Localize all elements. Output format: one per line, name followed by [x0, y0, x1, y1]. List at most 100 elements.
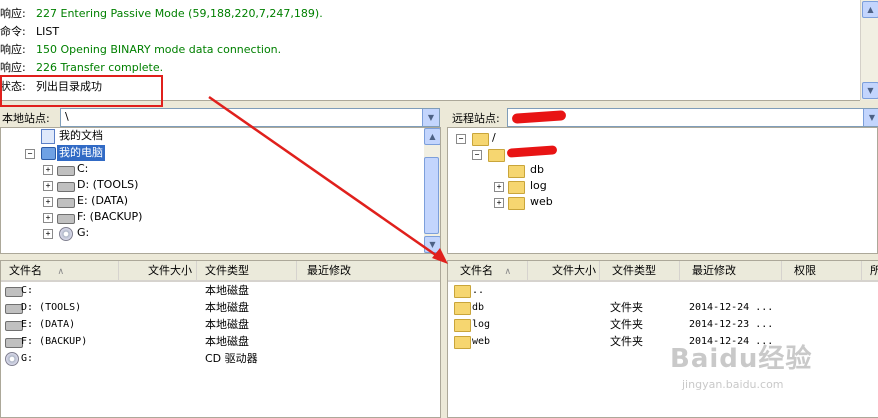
scroll-down-icon[interactable]: ▼ — [862, 82, 878, 99]
file-name: web — [472, 336, 491, 347]
collapse-icon[interactable]: − — [25, 149, 35, 159]
cd-drive-icon — [59, 227, 73, 241]
column-header-owner[interactable]: 所 — [862, 261, 878, 280]
column-header-name[interactable]: 文件名 ∧ — [1, 261, 119, 280]
folder-icon — [454, 319, 471, 332]
local-site-bar: 本地站点: \ ▼ — [0, 107, 441, 127]
expand-icon[interactable]: + — [43, 229, 53, 239]
expand-icon[interactable]: + — [43, 213, 53, 223]
drive-icon — [57, 166, 75, 176]
scroll-up-icon[interactable]: ▲ — [424, 128, 440, 145]
file-type: 本地磁盘 — [205, 318, 249, 331]
tree-item-label: log — [530, 179, 547, 192]
folder-icon — [508, 181, 525, 194]
column-label: 文件类型 — [205, 264, 249, 277]
column-header-modified[interactable]: 最近修改 — [680, 261, 782, 280]
column-label: 文件大小 — [552, 264, 596, 277]
file-name: C: — [21, 285, 34, 296]
tree-item-label: db — [530, 163, 544, 176]
file-name: db — [472, 302, 485, 313]
scroll-up-icon[interactable]: ▲ — [862, 1, 878, 18]
log-text: LIST — [36, 25, 60, 38]
expand-icon[interactable]: + — [43, 197, 53, 207]
column-label: 文件名 — [460, 264, 493, 277]
column-label: 文件大小 — [148, 264, 192, 277]
log-line: 命令: LIST — [0, 23, 59, 40]
file-row[interactable]: C: 本地磁盘 — [1, 282, 440, 299]
folder-icon — [508, 197, 525, 210]
sort-arrow-icon: ∧ — [504, 267, 512, 277]
file-name: D: (TOOLS) — [21, 302, 82, 313]
remote-file-list: 文件名 ∧ 文件大小 文件类型 最近修改 权限 所 .. db 文件夹 2014… — [447, 260, 878, 418]
expand-icon[interactable]: + — [494, 198, 504, 208]
watermark-url: jingyan.baidu.com — [682, 378, 784, 391]
log-line: 响应: 226 Transfer complete. — [0, 59, 163, 76]
log-text: 150 Opening BINARY mode data connection. — [36, 43, 282, 56]
computer-icon — [41, 147, 56, 160]
drive-icon — [57, 214, 75, 224]
log-line: 响应: 227 Entering Passive Mode (59,188,220… — [0, 5, 323, 22]
column-header-type[interactable]: 文件类型 — [197, 261, 297, 280]
column-header-size[interactable]: 文件大小 — [528, 261, 600, 280]
log-prefix: 响应: — [0, 7, 26, 20]
file-row[interactable]: db 文件夹 2014-12-24 ... — [448, 299, 878, 316]
tree-item-label: F: (BACKUP) — [77, 210, 143, 223]
file-type: 本地磁盘 — [205, 301, 249, 314]
folder-icon — [488, 149, 505, 162]
column-header-size[interactable]: 文件大小 — [119, 261, 197, 280]
tree-item-label: G: — [77, 226, 90, 239]
log-text: 226 Transfer complete. — [36, 61, 164, 74]
tree-item-label: 我的文档 — [59, 129, 103, 142]
file-row[interactable]: log 文件夹 2014-12-23 ... — [448, 316, 878, 333]
column-header-name[interactable]: 文件名 ∧ — [448, 261, 528, 280]
column-header-permissions[interactable]: 权限 — [782, 261, 862, 280]
file-row[interactable]: D: (TOOLS) 本地磁盘 — [1, 299, 440, 316]
file-type: 本地磁盘 — [205, 335, 249, 348]
file-name: E: (DATA) — [21, 319, 76, 330]
local-folder-tree: 我的文档 − 我的电脑 + C: + D: (TOOLS) + E: (DATA… — [0, 127, 441, 254]
tree-item-label: E: (DATA) — [77, 194, 129, 207]
chevron-down-icon[interactable]: ▼ — [422, 109, 439, 126]
remote-list-header: 文件名 ∧ 文件大小 文件类型 最近修改 权限 所 — [448, 261, 878, 282]
parent-folder-icon — [454, 285, 471, 298]
log-line: 响应: 150 Opening BINARY mode data connecti… — [0, 41, 281, 58]
local-tree-scrollbar[interactable]: ▲ ▼ — [424, 128, 440, 253]
file-row[interactable]: E: (DATA) 本地磁盘 — [1, 316, 440, 333]
log-prefix: 响应: — [0, 43, 26, 56]
column-label: 最近修改 — [692, 264, 736, 277]
scroll-thumb[interactable] — [424, 157, 439, 234]
collapse-icon[interactable]: − — [472, 150, 482, 160]
chevron-down-icon[interactable]: ▼ — [863, 109, 878, 126]
column-header-modified[interactable]: 最近修改 — [297, 261, 440, 280]
remote-site-label: 远程站点: — [452, 112, 500, 125]
file-type: CD 驱动器 — [205, 352, 258, 365]
local-file-list: 文件名 ∧ 文件大小 文件类型 最近修改 C: 本地磁盘 D: (TOOLS) … — [0, 260, 441, 418]
log-text: 227 Entering Passive Mode (59,188,220,7,… — [36, 7, 323, 20]
scroll-down-icon[interactable]: ▼ — [424, 236, 440, 253]
file-type: 文件夹 — [610, 301, 643, 314]
file-row[interactable]: web 文件夹 2014-12-24 ... — [448, 333, 878, 350]
file-row[interactable]: G: CD 驱动器 — [1, 350, 440, 367]
local-site-label: 本地站点: — [2, 112, 50, 125]
expand-icon[interactable]: + — [43, 165, 53, 175]
folder-icon — [454, 302, 471, 315]
pane-splitter[interactable] — [441, 107, 447, 416]
expand-icon[interactable]: + — [43, 181, 53, 191]
collapse-icon[interactable]: − — [456, 134, 466, 144]
column-label: 最近修改 — [307, 264, 351, 277]
column-label: 所 — [870, 264, 878, 277]
file-row[interactable]: .. — [448, 282, 878, 299]
tree-item-label: / — [492, 131, 496, 144]
column-label: 权限 — [794, 264, 816, 277]
file-modified: 2014-12-24 ... — [689, 302, 774, 313]
remote-folder-tree: − / − db + log + web — [447, 127, 878, 254]
file-row[interactable]: F: (BACKUP) 本地磁盘 — [1, 333, 440, 350]
tree-item-label: D: (TOOLS) — [77, 178, 139, 191]
expand-icon[interactable]: + — [494, 182, 504, 192]
column-header-type[interactable]: 文件类型 — [600, 261, 680, 280]
tree-item-label: 我的电脑 — [57, 145, 105, 161]
file-modified: 2014-12-23 ... — [689, 319, 774, 330]
log-scrollbar[interactable]: ▲ ▼ — [860, 0, 878, 100]
local-site-combo[interactable]: \ ▼ — [60, 108, 440, 127]
file-type: 文件夹 — [610, 335, 643, 348]
